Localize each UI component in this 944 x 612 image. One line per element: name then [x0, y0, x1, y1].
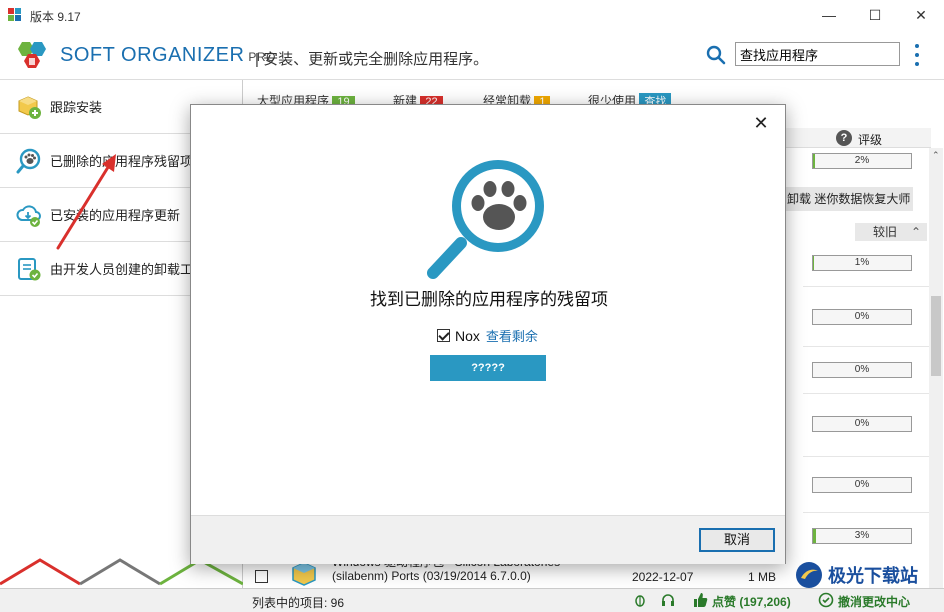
tagline: | 安装、更新或完全删除应用程序。: [255, 51, 489, 68]
brand-name: SOFT ORGANIZER PRO: [60, 44, 276, 66]
title-bar: 版本 9.17 — ☐ ✕: [0, 0, 944, 30]
cancel-button[interactable]: 取消: [699, 528, 775, 552]
leftovers-dialog: ✕ 找到已删除的应用程序的残留项 Nox 查看剩余 ????? 取消: [190, 104, 786, 564]
scrollbar-thumb[interactable]: [931, 296, 941, 376]
bug-icon[interactable]: [632, 592, 648, 608]
sidebar-item-label: 跟踪安装: [50, 100, 103, 115]
rating-bar: 1%: [812, 255, 912, 271]
list-scrollbar[interactable]: ⌃: [929, 148, 943, 588]
headset-icon[interactable]: [660, 592, 676, 608]
remove-leftovers-button[interactable]: ?????: [430, 355, 546, 381]
paw-magnifier-icon: [427, 160, 544, 279]
dialog-title: 找到已删除的应用程序的残留项: [370, 290, 608, 309]
window-title: 版本 9.17: [30, 10, 81, 24]
cloud-update-icon: [16, 204, 41, 227]
rating-bar: 0%: [812, 477, 912, 493]
app-header: SOFT ORGANIZER PRO | 安装、更新或完全删除应用程序。: [0, 30, 944, 80]
older-group-header[interactable]: 较旧 ⌃: [855, 223, 927, 241]
driver-package-icon: [292, 562, 316, 586]
item-count: 列表中的项目: 96: [252, 596, 345, 610]
search-input[interactable]: [735, 42, 900, 66]
thumbs-up-icon[interactable]: [692, 592, 708, 611]
uninstall-button[interactable]: 卸载 迷你数据恢复大师: [783, 187, 913, 211]
site-watermark: 极光下载站: [790, 556, 944, 592]
search-icon[interactable]: [706, 45, 726, 65]
watermark-text: 极光下载站: [828, 566, 918, 586]
row-separator: [803, 512, 929, 513]
paw-search-icon: [16, 148, 41, 173]
rating-bar: 3%: [812, 528, 912, 544]
help-icon[interactable]: ?: [836, 130, 852, 146]
minimize-button[interactable]: —: [806, 0, 852, 30]
maximize-button[interactable]: ☐: [852, 0, 898, 30]
likes-counter[interactable]: 点赞 (197,206): [712, 593, 791, 610]
dialog-close-button[interactable]: ✕: [753, 114, 769, 132]
cube-plus-icon: [18, 95, 41, 119]
entry-checkbox[interactable]: [437, 329, 450, 342]
row-separator: [803, 346, 929, 347]
view-leftovers-link[interactable]: 查看剩余: [486, 326, 538, 345]
row-install-date: 2022-12-07: [632, 570, 694, 584]
rating-column-header[interactable]: 评级: [858, 131, 882, 148]
more-menu-icon[interactable]: [910, 42, 924, 68]
entry-app-name: Nox: [455, 327, 480, 344]
rating-bar: 2%: [812, 153, 912, 169]
rating-bar: 0%: [812, 362, 912, 378]
leftover-entry: Nox 查看剩余: [437, 326, 538, 345]
close-button[interactable]: ✕: [898, 0, 944, 30]
soft-organizer-logo: [18, 42, 46, 68]
dialog-footer: 取消: [191, 515, 785, 564]
row-checkbox[interactable]: [255, 570, 268, 583]
uninstaller-icon: [18, 257, 41, 280]
undo-center-icon[interactable]: [818, 592, 834, 611]
row-size: 1 MB: [748, 570, 777, 584]
status-icons: [632, 592, 676, 610]
row-separator: [803, 456, 929, 457]
row-separator: [803, 286, 929, 287]
rating-bar: 0%: [812, 416, 912, 432]
undo-changes-center[interactable]: 撤消更改中心: [838, 593, 910, 610]
watermark-logo-icon: [796, 562, 822, 588]
rating-bar: 0%: [812, 309, 912, 325]
row-separator: [803, 393, 929, 394]
annotation-arrow-icon: [56, 154, 116, 250]
sidebar-item-label: 由开发人员创建的卸载工: [50, 262, 194, 277]
app-icon: [8, 8, 22, 22]
